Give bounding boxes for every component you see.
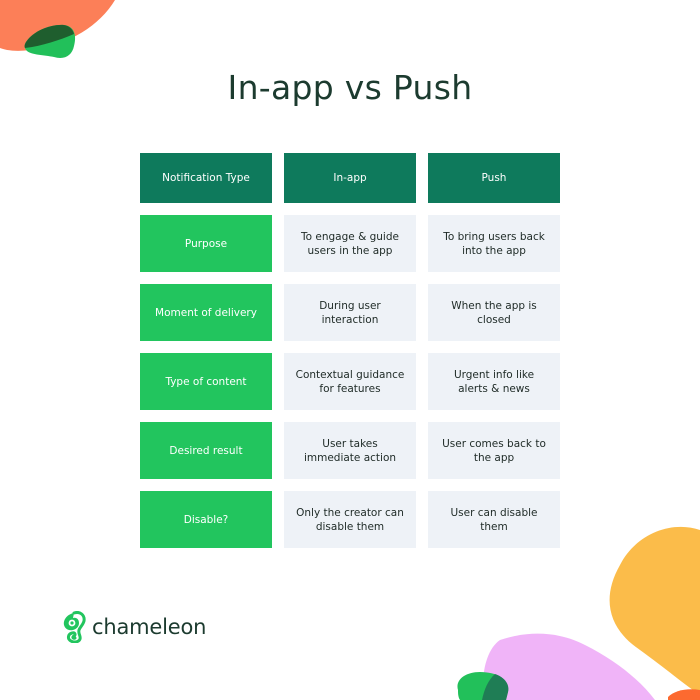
page-title: In-app vs Push [227, 68, 473, 107]
in-app-cell: Contextual guidance for features [284, 353, 416, 410]
in-app-cell: Only the creator can disable them [284, 491, 416, 548]
header-notification-type: Notification Type [140, 153, 272, 203]
in-app-cell: To engage & guide users in the app [284, 215, 416, 272]
row-label: Purpose [140, 215, 272, 272]
push-cell: User can disable them [428, 491, 560, 548]
header-in-app: In-app [284, 153, 416, 203]
chameleon-logo-icon [63, 611, 86, 643]
row-label: Type of content [140, 353, 272, 410]
row-label: Desired result [140, 422, 272, 479]
in-app-cell: User takes immediate action [284, 422, 416, 479]
comparison-table: Notification Type In-app Push Purpose To… [140, 153, 560, 560]
in-app-cell: During user interaction [284, 284, 416, 341]
push-cell: When the app is closed [428, 284, 560, 341]
brand-name: chameleon [92, 615, 207, 639]
row-label: Moment of delivery [140, 284, 272, 341]
row-label: Disable? [140, 491, 272, 548]
push-cell: To bring users back into the app [428, 215, 560, 272]
push-cell: User comes back to the app [428, 422, 560, 479]
push-cell: Urgent info like alerts & news [428, 353, 560, 410]
header-push: Push [428, 153, 560, 203]
brand-logo: chameleon [62, 611, 206, 643]
